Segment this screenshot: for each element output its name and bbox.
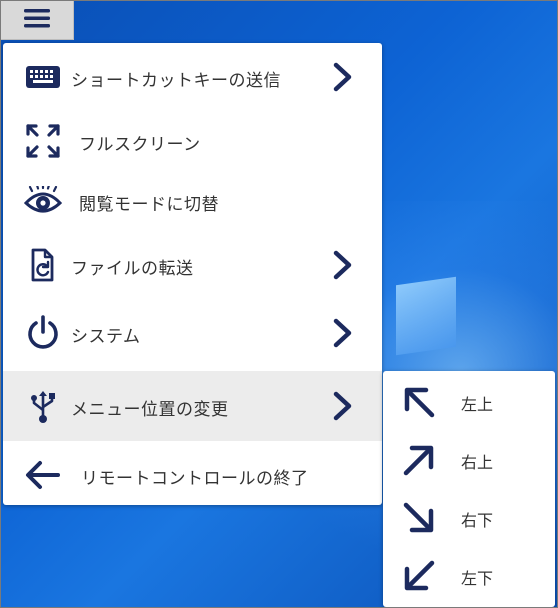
menu-item-label: 閲覧モードに切替 <box>79 195 219 215</box>
submenu-item-top-right[interactable]: 右上 <box>383 431 555 487</box>
menu-item-label: システム <box>71 327 141 347</box>
menu-item-view-mode[interactable]: 閲覧モードに切替 <box>3 177 382 225</box>
file-transfer-icon <box>23 245 63 285</box>
remote-desktop-screen: ショートカットキーの送信 フルスクリーン 閲覧モードに切替 ファイルの転送 シス… <box>0 0 558 608</box>
menu-item-label: メニュー位置の変更 <box>71 400 229 420</box>
fullscreen-icon <box>23 121 63 161</box>
chevron-right-icon <box>325 245 361 285</box>
submenu-item-bottom-right[interactable]: 右下 <box>383 489 555 545</box>
menu-position-submenu: 左上 右上 右下 左下 <box>383 371 555 607</box>
menu-item-fullscreen[interactable]: フルスクリーン <box>3 117 382 165</box>
arrow-down-left-icon <box>399 556 439 596</box>
submenu-item-top-left[interactable]: 左上 <box>383 373 555 429</box>
eye-icon <box>23 181 63 221</box>
submenu-item-label: 右上 <box>461 453 494 472</box>
arrow-up-right-icon <box>399 440 439 480</box>
wallpaper-window-pane <box>396 276 456 356</box>
top-bar <box>1 1 557 41</box>
hamburger-icon <box>24 8 50 32</box>
move-icon <box>23 386 63 426</box>
submenu-item-label: 左上 <box>461 395 494 414</box>
submenu-item-label: 右下 <box>461 511 494 530</box>
power-icon <box>23 313 63 353</box>
chevron-right-icon <box>325 57 361 97</box>
keyboard-icon <box>23 57 63 97</box>
menu-item-file-transfer[interactable]: ファイルの転送 <box>3 241 382 289</box>
submenu-item-label: 左下 <box>461 569 494 588</box>
menu-item-label: フルスクリーン <box>79 135 201 155</box>
menu-item-label: ファイルの転送 <box>71 259 194 279</box>
menu-item-label: ショートカットキーの送信 <box>71 71 281 91</box>
menu-item-send-shortcut-keys[interactable]: ショートカットキーの送信 <box>3 53 382 101</box>
chevron-right-icon <box>325 386 361 426</box>
main-menu: ショートカットキーの送信 フルスクリーン 閲覧モードに切替 ファイルの転送 シス… <box>3 43 382 505</box>
arrow-left-icon <box>23 455 63 495</box>
chevron-right-icon <box>325 313 361 353</box>
menu-item-label: リモートコントロールの終了 <box>81 469 309 489</box>
arrow-up-left-icon <box>399 382 439 422</box>
arrow-down-right-icon <box>399 498 439 538</box>
menu-toggle-button[interactable] <box>1 1 74 40</box>
menu-item-change-menu-position[interactable]: メニュー位置の変更 <box>3 371 382 441</box>
menu-item-system[interactable]: システム <box>3 309 382 357</box>
menu-item-end-remote-control[interactable]: リモートコントロールの終了 <box>3 451 382 499</box>
submenu-item-bottom-left[interactable]: 左下 <box>383 547 555 603</box>
